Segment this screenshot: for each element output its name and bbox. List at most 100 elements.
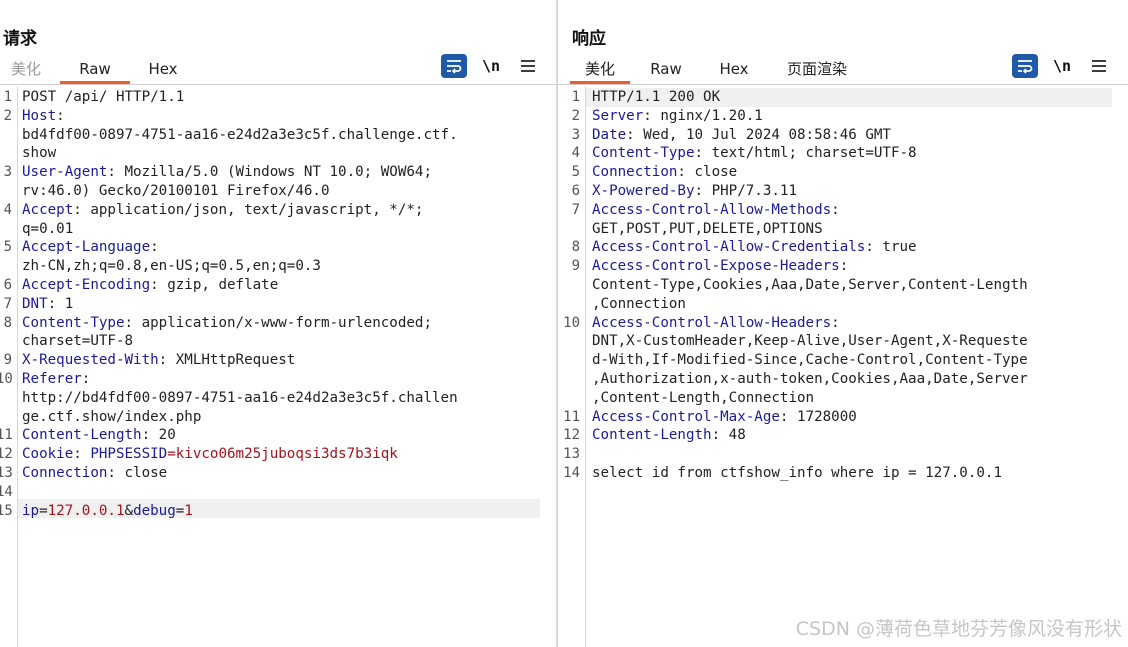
line-number: 6 bbox=[571, 183, 580, 199]
line-text: rv:46.0) Gecko/20100101 Firefox/46.0 bbox=[22, 183, 330, 199]
header-name: Accept bbox=[22, 201, 74, 218]
request-menu-button[interactable] bbox=[515, 54, 541, 78]
code-line: 9 Access-Control-Expose-Headers: bbox=[558, 257, 1128, 276]
wrap-lines-icon bbox=[1018, 60, 1033, 74]
line-number: 14 bbox=[563, 465, 580, 481]
header-value: : 1728000 bbox=[779, 408, 857, 425]
request-wrap-button[interactable] bbox=[441, 54, 467, 78]
line-text: DNT,X-CustomHeader,Keep-Alive,User-Agent… bbox=[592, 333, 1028, 350]
line-number: 2 bbox=[571, 107, 580, 124]
header-value: : close bbox=[107, 465, 168, 481]
line-content: ,Content-Length,Connection bbox=[592, 389, 814, 408]
line-content: Host: bbox=[22, 107, 65, 126]
code-line: 9 X-Requested-With: XMLHttpRequest bbox=[0, 351, 556, 370]
line-number: 4 bbox=[3, 201, 12, 218]
request-newline-label: \n bbox=[481, 57, 501, 75]
code-line: 7 DNT: 1 bbox=[0, 295, 556, 314]
ampersand: & bbox=[124, 502, 134, 519]
code-line: http://bd4fdf00-0897-4751-aa16-e24d2a3e3… bbox=[0, 389, 556, 408]
line-content: Content-Length: 48 bbox=[592, 426, 746, 445]
line-content: POST /api/ HTTP/1.1 bbox=[22, 88, 184, 107]
line-content: q=0.01 bbox=[22, 220, 73, 239]
header-value: : application/x-www-form-urlencoded; bbox=[124, 314, 433, 331]
line-content: Access-Control-Allow-Methods: bbox=[592, 201, 840, 220]
param-value: 1 bbox=[184, 502, 193, 519]
line-content: charset=UTF-8 bbox=[22, 332, 133, 351]
response-pane: 响应 美化 Raw Hex 页面渲染 \n 1 HTTP/1.1 200 OK 2 S… bbox=[558, 0, 1128, 647]
line-content: Connection: close bbox=[22, 464, 167, 483]
code-line: 10 Access-Control-Allow-Headers: bbox=[558, 314, 1128, 333]
line-number: 7 bbox=[571, 201, 580, 218]
response-tab-hex[interactable]: Hex bbox=[714, 58, 754, 84]
header-value: : close bbox=[677, 164, 738, 181]
line-content: http://bd4fdf00-0897-4751-aa16-e24d2a3e3… bbox=[22, 389, 458, 408]
line-text: show bbox=[22, 145, 57, 162]
header-name: Content-Type bbox=[22, 314, 125, 331]
code-line: show bbox=[0, 144, 556, 163]
line-content: rv:46.0) Gecko/20100101 Firefox/46.0 bbox=[22, 182, 330, 201]
request-tab-hex[interactable]: Hex bbox=[140, 58, 186, 84]
line-number: 10 bbox=[0, 371, 13, 387]
code-line: charset=UTF-8 bbox=[0, 332, 556, 351]
response-tab-raw[interactable]: Raw bbox=[646, 58, 686, 84]
response-tab-render[interactable]: 页面渲染 bbox=[782, 58, 852, 84]
response-tabbar: 美化 Raw Hex 页面渲染 bbox=[558, 56, 1128, 85]
equals-sign: = bbox=[39, 502, 48, 519]
wrap-lines-icon bbox=[447, 60, 462, 74]
code-line: 11 Content-Length: 20 bbox=[0, 426, 556, 445]
header-name: Host bbox=[22, 107, 57, 124]
line-text: zh-CN,zh;q=0.8,en-US;q=0.5,en;q=0.3 bbox=[22, 258, 321, 275]
header-value: : Wed, 10 Jul 2024 08:58:46 GMT bbox=[626, 126, 891, 143]
hamburger-menu-icon bbox=[1092, 60, 1106, 72]
header-value: : XMLHttpRequest bbox=[158, 352, 296, 369]
line-number: 4 bbox=[571, 145, 580, 162]
code-line: 3 Date: Wed, 10 Jul 2024 08:58:46 GMT bbox=[558, 126, 1128, 145]
line-text: q=0.01 bbox=[22, 220, 74, 237]
request-editor[interactable]: 1 POST /api/ HTTP/1.1 2 Host: bd4fdf00-0897-… bbox=[0, 86, 556, 647]
header-value: : nginx/1.20.1 bbox=[643, 107, 763, 124]
code-line: DNT,X-CustomHeader,Keep-Alive,User-Agent… bbox=[558, 332, 1128, 351]
line-content: ip=127.0.0.1&debug=1 bbox=[22, 502, 193, 521]
header-name: X-Requested-With bbox=[22, 352, 159, 369]
param-name: debug bbox=[133, 502, 176, 519]
header-value: : bbox=[831, 201, 840, 218]
line-number: 7 bbox=[3, 295, 12, 312]
header-value: : 48 bbox=[711, 427, 746, 444]
line-content: show bbox=[22, 144, 56, 163]
request-newline-toggle[interactable]: \n bbox=[478, 54, 504, 78]
line-number: 1 bbox=[571, 89, 580, 105]
header-name: Access-Control-Allow-Credentials bbox=[592, 239, 866, 256]
header-value: : bbox=[81, 371, 91, 387]
code-line: 14 select id from ctfshow_info where ip =… bbox=[558, 464, 1128, 483]
line-text: ge.ctf.show/index.php bbox=[22, 408, 202, 425]
line-number: 15 bbox=[0, 502, 13, 519]
response-newline-toggle[interactable]: \n bbox=[1049, 54, 1075, 78]
code-line: ge.ctf.show/index.php bbox=[0, 408, 556, 427]
header-name: User-Agent bbox=[22, 164, 108, 181]
response-newline-label: \n bbox=[1052, 57, 1072, 75]
line-content: Content-Type: application/x-www-form-url… bbox=[22, 314, 432, 333]
line-number: 13 bbox=[0, 465, 13, 481]
line-text: HTTP/1.1 200 OK bbox=[592, 89, 721, 105]
request-pane: 请求 美化 Raw Hex \n 1 POST /api/ HTTP/1.1 2 Ho… bbox=[0, 0, 556, 647]
code-line: rv:46.0) Gecko/20100101 Firefox/46.0 bbox=[0, 182, 556, 201]
line-content: GET,POST,PUT,DELETE,OPTIONS bbox=[592, 220, 823, 239]
header-value: : bbox=[56, 107, 65, 124]
header-value: : bbox=[839, 258, 849, 275]
header-value: : true bbox=[865, 239, 917, 256]
response-menu-button[interactable] bbox=[1086, 54, 1112, 78]
response-tab-pretty[interactable]: 美化 bbox=[570, 58, 630, 84]
response-wrap-button[interactable] bbox=[1012, 54, 1038, 78]
header-name: Content-Type bbox=[592, 145, 695, 162]
request-tab-pretty[interactable]: 美化 bbox=[8, 58, 44, 84]
line-text: POST /api/ HTTP/1.1 bbox=[22, 89, 185, 105]
header-value: : PHP/7.3.11 bbox=[694, 183, 798, 199]
code-line: 3 User-Agent: Mozilla/5.0 (Windows NT 10.… bbox=[0, 163, 556, 182]
header-value: : Mozilla/5.0 (Windows NT 10.0; WOW64; bbox=[107, 164, 433, 181]
response-editor[interactable]: 1 HTTP/1.1 200 OK 2 Server: nginx/1.20.1 3 Da… bbox=[558, 86, 1128, 647]
line-text: ,Content-Length,Connection bbox=[592, 389, 815, 406]
line-content: Accept: application/json, text/javascrip… bbox=[22, 201, 423, 220]
request-tab-raw[interactable]: Raw bbox=[60, 58, 130, 84]
header-name: Accept-Language bbox=[22, 239, 151, 256]
line-text: ,Connection bbox=[592, 295, 686, 312]
